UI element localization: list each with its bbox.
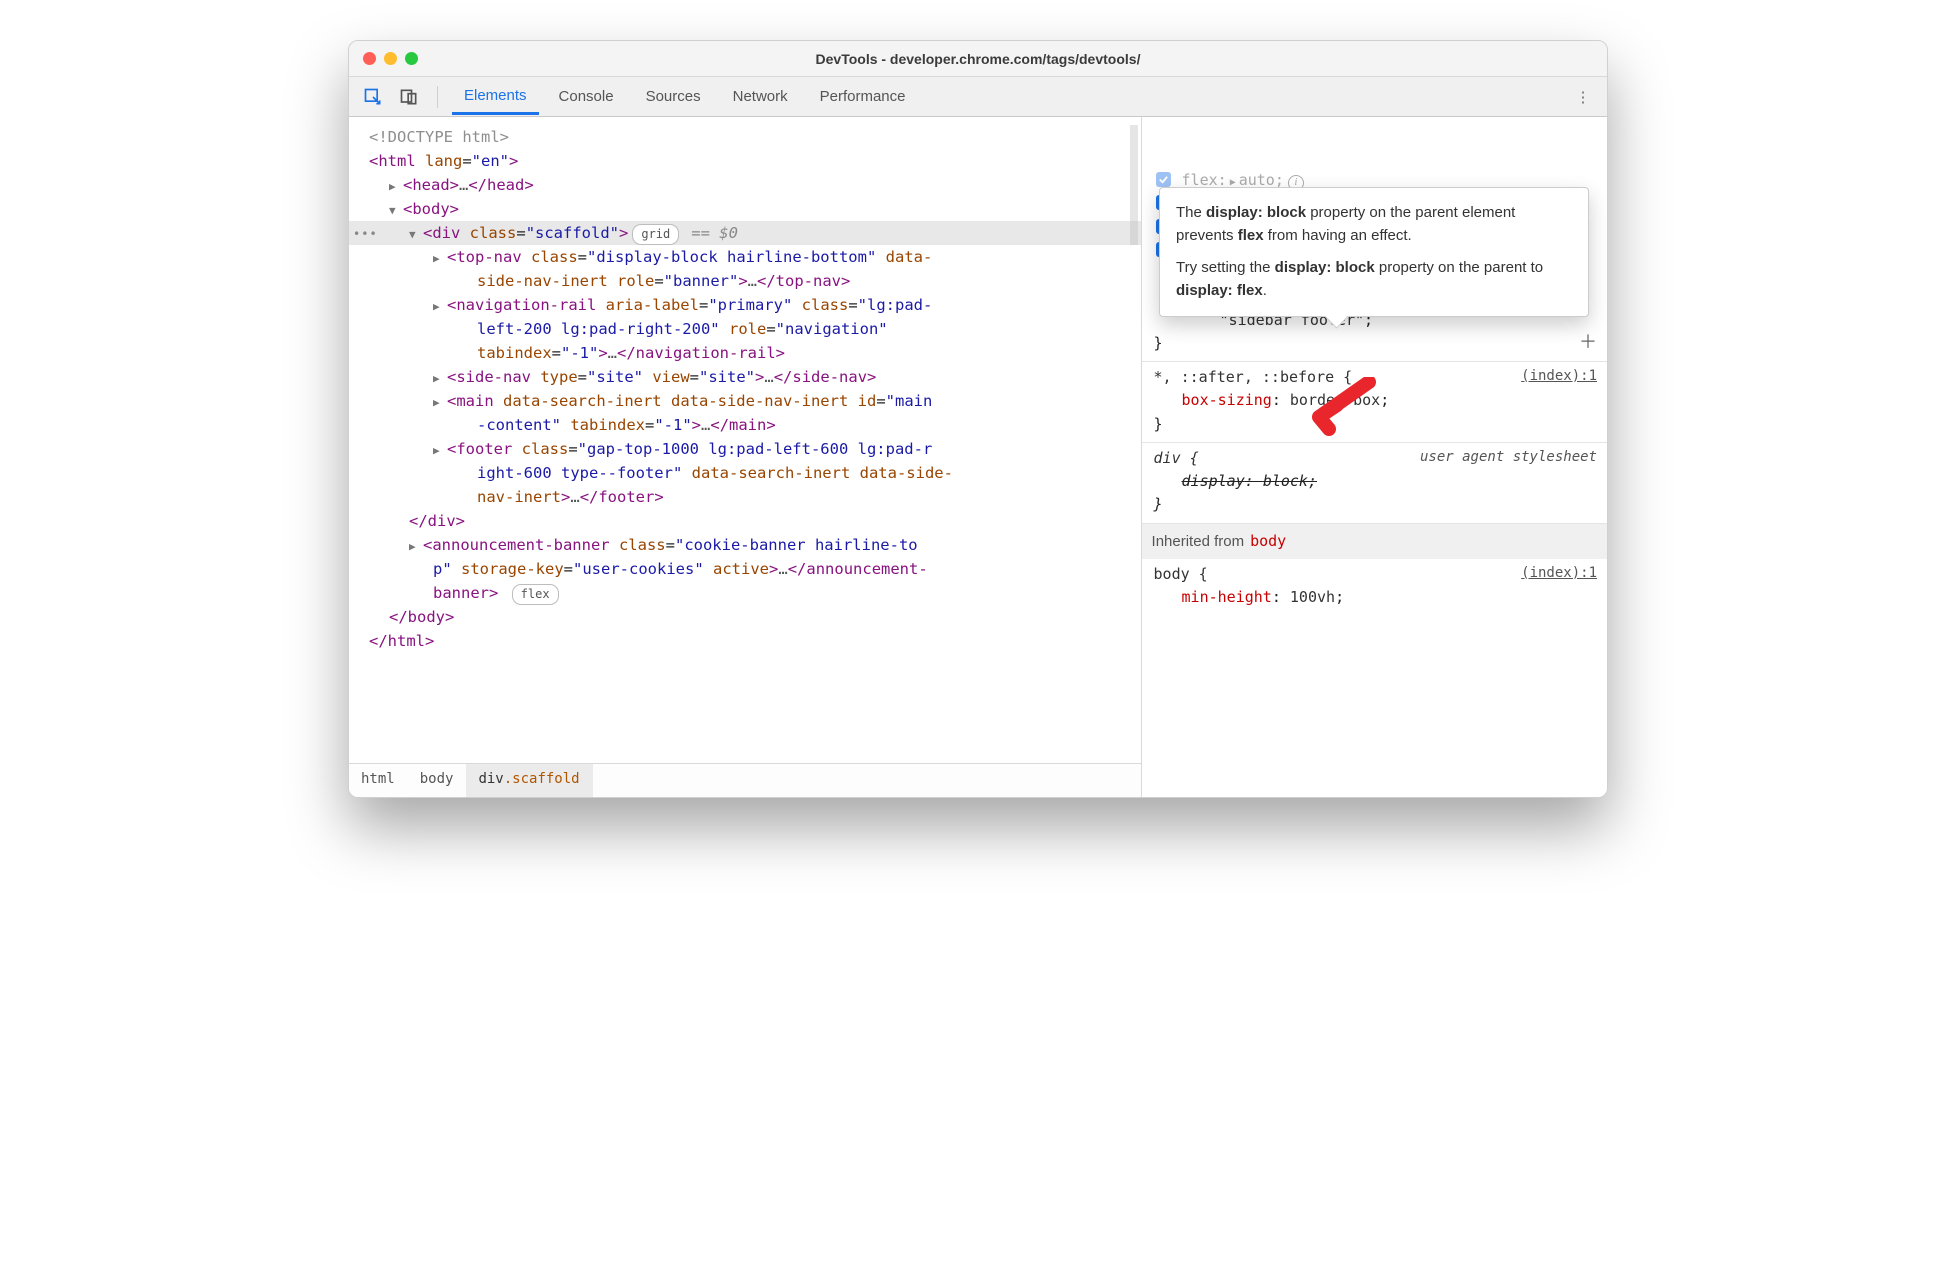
elements-panel: <!DOCTYPE html> <html lang="en"> ▶<head>… (349, 117, 1142, 797)
dom-footer[interactable]: ▶<footer class="gap-top-1000 lg:pad-left… (349, 437, 1141, 461)
dom-topnav[interactable]: ▶<top-nav class="display-block hairline-… (349, 245, 1141, 269)
dom-body-open[interactable]: ▼<body> (349, 197, 1141, 221)
devtools-window: DevTools - developer.chrome.com/tags/dev… (348, 40, 1608, 798)
inactive-css-tooltip: The display: block property on the paren… (1159, 187, 1589, 317)
devtools-toolbar: Elements Console Sources Network Perform… (349, 77, 1607, 117)
doctype[interactable]: <!DOCTYPE html> (369, 128, 509, 146)
dom-body-close[interactable]: </body> (349, 605, 1141, 629)
scrollbar[interactable] (1127, 117, 1141, 797)
kebab-menu-icon[interactable]: ⋮ (1569, 83, 1597, 111)
dom-head[interactable]: ▶<head>…</head> (349, 173, 1141, 197)
source-link[interactable]: (index):1 (1521, 366, 1597, 388)
ua-label: user agent stylesheet (1420, 447, 1597, 469)
source-link[interactable]: (index):1 (1521, 563, 1597, 585)
dom-sidenav[interactable]: ▶<side-nav type="site" view="site">…</si… (349, 365, 1141, 389)
dom-scaffold[interactable]: ▼<div class="scaffold">grid== $0 (349, 221, 1141, 245)
inspect-icon[interactable] (359, 83, 387, 111)
close-icon[interactable] (363, 52, 376, 65)
tab-performance[interactable]: Performance (808, 80, 918, 113)
crumb-body[interactable]: body (408, 764, 467, 797)
decl-box-sizing[interactable]: box-sizing: border-box; (1180, 389, 1597, 412)
dom-scaffold-close[interactable]: </div> (349, 509, 1141, 533)
tab-console[interactable]: Console (547, 80, 626, 113)
crumb-scaffold[interactable]: div.scaffold (466, 764, 592, 797)
annotation-arrow-icon (1309, 377, 1379, 442)
flex-badge[interactable]: flex (512, 584, 559, 605)
tab-network[interactable]: Network (721, 80, 800, 113)
dom-announcement[interactable]: ▶<announcement-banner class="cookie-bann… (349, 533, 1141, 557)
dom-navrail[interactable]: ▶<navigation-rail aria-label="primary" c… (349, 293, 1141, 317)
tab-sources[interactable]: Sources (634, 80, 713, 113)
add-declaration-icon[interactable]: ＋ (1579, 329, 1597, 357)
checkbox-icon[interactable] (1156, 172, 1171, 187)
zoom-icon[interactable] (405, 52, 418, 65)
device-toggle-icon[interactable] (395, 83, 423, 111)
separator (437, 86, 438, 108)
dollar-zero: == $0 (691, 224, 738, 242)
decl-display-block-ua[interactable]: display: block; (1180, 470, 1597, 493)
minimize-icon[interactable] (384, 52, 397, 65)
dom-html-open[interactable]: <html lang="en"> (349, 149, 1141, 173)
rule-body[interactable]: body { (index):1 min-height: 100vh; (1142, 559, 1607, 616)
window-title: DevTools - developer.chrome.com/tags/dev… (349, 51, 1607, 67)
inherited-from-bar: Inherited frombody (1142, 524, 1607, 559)
dom-main[interactable]: ▶<main data-search-inert data-side-nav-i… (349, 389, 1141, 413)
main-body: <!DOCTYPE html> <html lang="en"> ▶<head>… (349, 117, 1607, 797)
dom-html-close[interactable]: </html> (349, 629, 1141, 653)
rule-user-agent[interactable]: div { user agent stylesheet display: blo… (1142, 443, 1607, 524)
traffic-lights (349, 52, 418, 65)
decl-min-height[interactable]: min-height: 100vh; (1180, 586, 1597, 609)
titlebar: DevTools - developer.chrome.com/tags/dev… (349, 41, 1607, 77)
breadcrumb: html body div.scaffold (349, 763, 1141, 797)
crumb-html[interactable]: html (349, 764, 408, 797)
tab-elements[interactable]: Elements (452, 79, 539, 115)
dom-tree[interactable]: <!DOCTYPE html> <html lang="en"> ▶<head>… (349, 117, 1141, 763)
grid-badge[interactable]: grid (632, 224, 679, 245)
